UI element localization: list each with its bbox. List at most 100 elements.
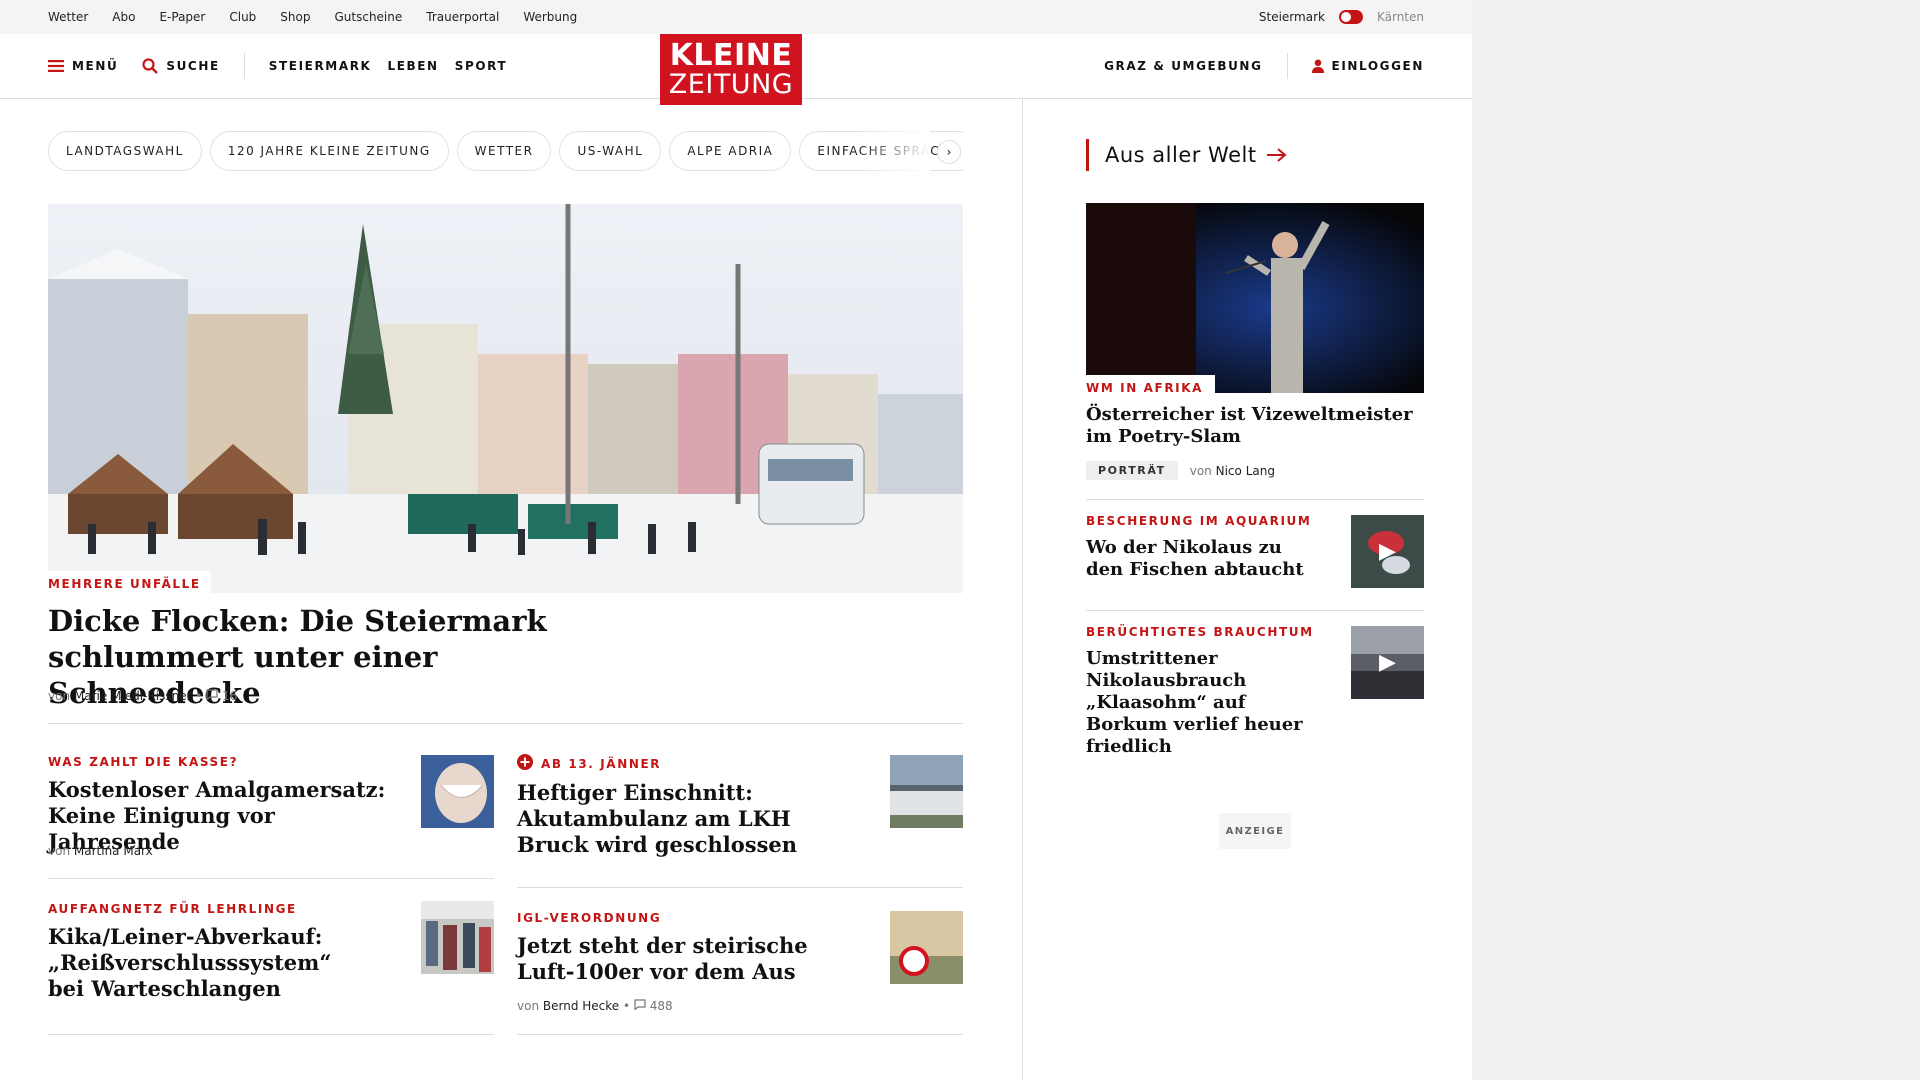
logo-line-2: ZEITUNG: [668, 69, 794, 100]
utility-links: Wetter Abo E-Paper Club Shop Gutscheine …: [48, 10, 577, 24]
utility-link-club[interactable]: Club: [229, 10, 256, 24]
sidebar: Aus aller Welt WM IN AFRIKA Österreicher…: [1024, 99, 1472, 1080]
menu-button[interactable]: MENÜ: [48, 59, 118, 73]
sidebar-divider: [1086, 610, 1424, 611]
play-icon: ▶: [1379, 539, 1396, 564]
category-nav: STEIERMARK LEBEN SPORT: [269, 59, 507, 73]
header-divider-right: [1286, 53, 1288, 79]
page: Wetter Abo E-Paper Club Shop Gutscheine …: [0, 0, 1472, 1080]
article-byline: von Martina Marx: [48, 844, 153, 858]
comment-icon: [206, 689, 222, 703]
article-thumbnail[interactable]: [890, 911, 963, 984]
header-divider: [243, 53, 245, 79]
play-icon: ▶: [1379, 650, 1396, 675]
article-headline[interactable]: Jetzt steht der steirische Luft-100er vo…: [517, 933, 817, 985]
comment-count[interactable]: 16: [222, 689, 237, 703]
topic-pill[interactable]: US-WAHL: [559, 131, 662, 171]
utility-link-trauerportal[interactable]: Trauerportal: [426, 10, 499, 24]
search-label: SUCHE: [166, 59, 220, 73]
login-label: EINLOGGEN: [1331, 59, 1424, 73]
region-kaernten[interactable]: Kärnten: [1377, 10, 1424, 24]
sidebar-kicker: BERÜCHTIGTES BRAUCHTUM: [1086, 625, 1314, 639]
hero-kicker: MEHRERE UNFÄLLE: [48, 571, 211, 595]
region-toggle[interactable]: [1338, 10, 1363, 24]
ad-label: ANZEIGE: [1219, 813, 1291, 849]
byline-prefix: von: [517, 999, 540, 1013]
author-link[interactable]: Bernd Hecke: [543, 999, 619, 1013]
feature-image[interactable]: [1086, 203, 1424, 393]
pill-scroll-button[interactable]: ›: [937, 140, 961, 164]
byline-prefix: von: [48, 844, 71, 858]
search-button[interactable]: SUCHE: [142, 58, 219, 74]
byline-prefix: von: [48, 689, 71, 703]
utility-link-werbung[interactable]: Werbung: [523, 10, 577, 24]
section-heading-link[interactable]: Aus aller Welt: [1086, 139, 1287, 171]
arrow-right-icon: [1266, 143, 1287, 167]
nav-leben[interactable]: LEBEN: [387, 59, 438, 73]
video-thumbnail[interactable]: ▶: [1351, 515, 1424, 588]
feature-kicker: WM IN AFRIKA: [1086, 375, 1216, 399]
comment-count[interactable]: 488: [650, 999, 673, 1013]
author-link[interactable]: Martina Marx: [74, 844, 153, 858]
article-thumbnail[interactable]: [890, 755, 963, 828]
article-divider: [517, 1034, 963, 1035]
hero-image[interactable]: [48, 204, 963, 593]
user-icon: [1311, 59, 1324, 73]
article-thumbnail[interactable]: [421, 755, 494, 828]
article-thumbnail[interactable]: [421, 901, 494, 974]
region-steiermark[interactable]: Steiermark: [1259, 10, 1325, 24]
plus-icon: [517, 754, 533, 774]
hero-byline: von Marie Miedl-Rissner • 16: [48, 689, 238, 703]
article-kicker: AB 13. JÄNNER: [541, 757, 662, 771]
sidebar-headline[interactable]: Umstrittener Nikolausbrauch „Klaasohm“ a…: [1086, 648, 1326, 758]
feature-headline[interactable]: Österreicher ist Vizeweltmeister im Poet…: [1086, 404, 1424, 448]
hamburger-icon: [48, 60, 64, 72]
article-headline[interactable]: Kika/Leiner-Abverkauf: „Reißverschlusssy…: [48, 924, 348, 1002]
video-thumbnail[interactable]: ▶: [1351, 626, 1424, 699]
article-divider: [48, 1034, 494, 1035]
search-icon: [142, 58, 159, 74]
author-link[interactable]: Marie Miedl-Rissner: [74, 689, 192, 703]
utility-link-gutscheine[interactable]: Gutscheine: [334, 10, 402, 24]
sidebar-divider: [1086, 499, 1424, 500]
article-headline[interactable]: Heftiger Einschnitt: Akutambulanz am LKH…: [517, 780, 817, 858]
nav-steiermark[interactable]: STEIERMARK: [269, 59, 372, 73]
article-kicker-row: AB 13. JÄNNER: [517, 754, 661, 774]
header-right: GRAZ & UMGEBUNG EINLOGGEN: [1104, 53, 1424, 79]
logo-line-1: KLEINE: [669, 38, 793, 73]
feature-meta: PORTRÄT von Nico Lang: [1086, 461, 1275, 480]
article-kicker: IGL-VERORDNUNG: [517, 911, 662, 925]
nav-sport[interactable]: SPORT: [455, 59, 508, 73]
feature-byline: von Nico Lang: [1190, 464, 1275, 478]
article-divider: [517, 887, 963, 888]
region-switch: Steiermark Kärnten: [1259, 10, 1424, 24]
topic-pill[interactable]: WETTER: [456, 131, 552, 171]
sidebar-kicker: BESCHERUNG IM AQUARIUM: [1086, 514, 1312, 528]
topic-pill[interactable]: 120 JAHRE KLEINE ZEITUNG: [209, 131, 449, 171]
section-heading: Aus aller Welt: [1105, 143, 1257, 167]
chevron-right-icon: ›: [946, 145, 952, 159]
utility-link-abo[interactable]: Abo: [112, 10, 135, 24]
utility-link-wetter[interactable]: Wetter: [48, 10, 88, 24]
article-kicker: AUFFANGNETZ FÜR LEHRLINGE: [48, 902, 297, 916]
login-button[interactable]: EINLOGGEN: [1311, 59, 1424, 73]
menu-label: MENÜ: [72, 59, 119, 73]
author-link[interactable]: Nico Lang: [1216, 464, 1275, 478]
graz-button[interactable]: GRAZ & UMGEBUNG: [1104, 59, 1262, 73]
portrait-badge: PORTRÄT: [1086, 461, 1178, 480]
byline-prefix: von: [1189, 463, 1212, 478]
main-column: LANDTAGSWAHL 120 JAHRE KLEINE ZEITUNG WE…: [0, 99, 1023, 1080]
pill-fade: [860, 131, 930, 171]
topic-pills: LANDTAGSWAHL 120 JAHRE KLEINE ZEITUNG WE…: [48, 131, 963, 171]
topic-pill[interactable]: ALPE ADRIA: [669, 131, 792, 171]
sidebar-headline[interactable]: Wo der Nikolaus zu den Fischen abtaucht: [1086, 537, 1316, 581]
utility-link-shop[interactable]: Shop: [280, 10, 310, 24]
utility-bar: Wetter Abo E-Paper Club Shop Gutscheine …: [0, 0, 1472, 34]
utility-link-epaper[interactable]: E-Paper: [159, 10, 205, 24]
comment-icon: [634, 999, 650, 1013]
main-header: MENÜ SUCHE STEIERMARK LEBEN SPORT KLEINE…: [0, 34, 1472, 105]
kleine-zeitung-logo[interactable]: KLEINE ZEITUNG: [660, 34, 802, 105]
hero-divider: [48, 723, 963, 724]
article-byline: von Bernd Hecke • 488: [517, 999, 673, 1013]
topic-pill[interactable]: LANDTAGSWAHL: [48, 131, 202, 171]
